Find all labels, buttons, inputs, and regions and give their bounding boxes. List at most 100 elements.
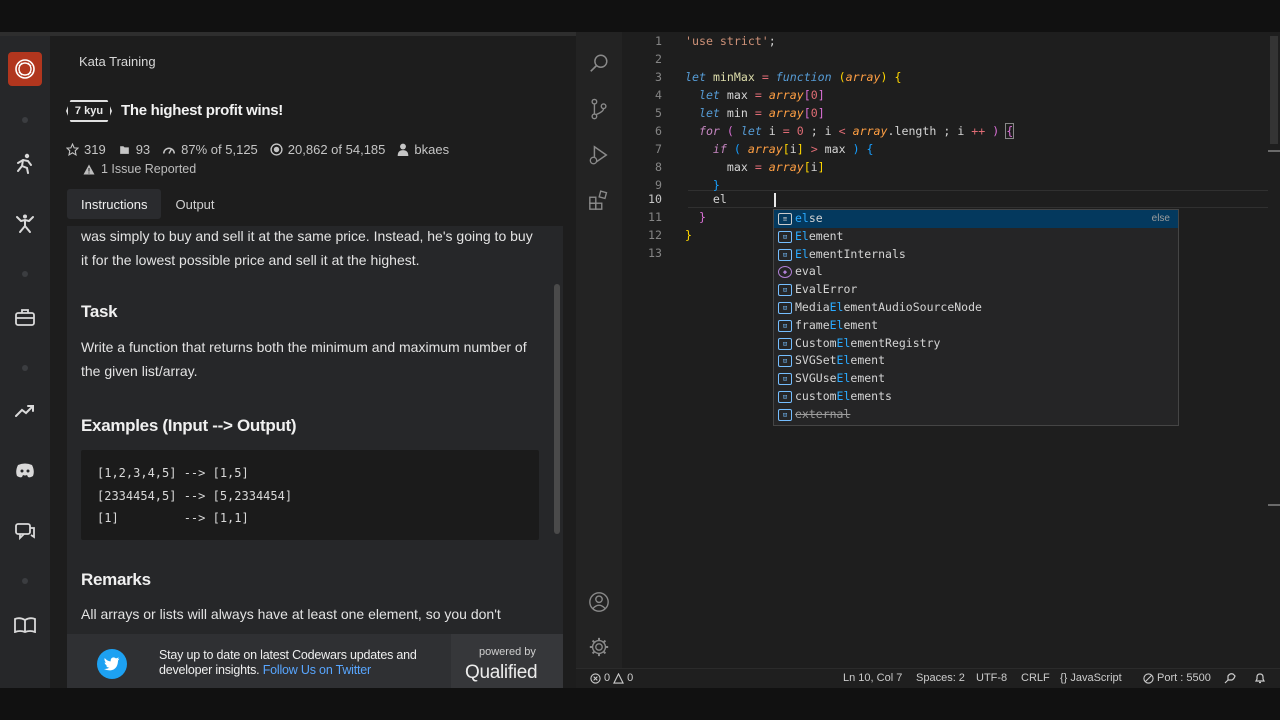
suggestion-item[interactable]: ⊡ customElements (774, 388, 1178, 406)
run-debug-icon[interactable] (587, 143, 611, 167)
qualified-branding[interactable]: powered by Qualified (451, 634, 563, 688)
line-number: 11 (648, 210, 662, 224)
suggestion-label: external (795, 406, 851, 421)
training-icon[interactable] (13, 151, 37, 175)
live-server-port[interactable]: Port : 5500 (1143, 672, 1211, 684)
variable-icon: ⊡ (778, 337, 792, 350)
feedback-icon[interactable] (1224, 672, 1236, 684)
kata-description[interactable]: was simply to buy and sell it at the sam… (67, 226, 563, 638)
codewars-sidebar (0, 36, 50, 688)
author-stat[interactable]: bkaes (397, 142, 449, 157)
extensions-icon[interactable] (587, 188, 611, 212)
code-line-1: 'use strict'; (685, 34, 776, 48)
suggestion-label: MediaElementAudioSourceNode (795, 300, 982, 314)
autocomplete-suggestions[interactable]: ≡ else else ⊡ Element ⊡ ElementInternals… (773, 209, 1179, 426)
description-intro: was simply to buy and sell it at the sam… (81, 228, 533, 268)
settings-gear-icon[interactable] (587, 635, 611, 659)
source-control-icon[interactable] (587, 97, 611, 121)
line-number: 3 (655, 70, 662, 84)
stars-stat[interactable]: 319 (66, 142, 106, 157)
rail-separator-dot (22, 117, 28, 123)
kata-stats: 319 93 87% of 5,125 20,862 of 54,185 bka… (66, 142, 449, 157)
collections-stat[interactable]: 93 (118, 142, 150, 157)
code-line-3: let minMax = function (array) { (685, 70, 902, 84)
banner-line-2: developer insights. (159, 663, 260, 677)
suggestion-item[interactable]: ⊡ Element (774, 228, 1178, 246)
twitter-banner-text: Stay up to date on latest Codewars updat… (159, 648, 417, 678)
suggestion-item[interactable]: ⊡ SVGUseElement (774, 370, 1178, 388)
qualified-logo: Qualified (465, 662, 538, 683)
suggestion-label: EvalError (795, 282, 858, 297)
author-name: bkaes (414, 142, 450, 157)
follow-twitter-link[interactable]: Follow Us on Twitter (263, 663, 372, 677)
code-editor[interactable]: 1 2 3 4 5 6 7 8 9 10 11 12 13 'use stric… (622, 32, 1280, 668)
notifications-bell-icon[interactable] (1254, 672, 1266, 684)
status-bar: 0 0 Ln 10, Col 7 Spaces: 2 UTF-8 CRLF {}… (576, 668, 1280, 688)
suggestion-detail: else (1151, 213, 1170, 224)
issues-link[interactable]: 1 Issue Reported (83, 162, 196, 176)
suggestion-item[interactable]: ⊡ CustomElementRegistry (774, 335, 1178, 353)
kata-tabs: Instructions Output (67, 189, 229, 219)
star-icon (66, 143, 79, 156)
line-ending[interactable]: CRLF (1021, 672, 1050, 684)
line-number: 1 (655, 34, 662, 48)
chat-icon[interactable] (13, 520, 37, 544)
banner-line-1: Stay up to date on latest Codewars updat… (159, 648, 417, 662)
trending-up-icon[interactable] (13, 399, 37, 423)
practice-icon[interactable] (13, 211, 37, 235)
suggestion-label: CustomElementRegistry (795, 335, 941, 350)
variable-icon: ⊡ (778, 302, 792, 314)
stars-count: 319 (84, 142, 106, 157)
examples-heading: Examples (Input --> Output) (81, 416, 297, 435)
indentation[interactable]: Spaces: 2 (916, 672, 965, 684)
variable-icon: ⊡ (778, 373, 792, 386)
user-icon (398, 143, 409, 156)
line-number: 13 (648, 246, 662, 260)
tab-output[interactable]: Output (161, 189, 228, 219)
discord-icon[interactable] (13, 459, 37, 483)
rail-separator-dot (22, 578, 28, 584)
suggestion-item[interactable]: ⊡ MediaElementAudioSourceNode (774, 299, 1178, 317)
rail-separator-dot (22, 271, 28, 277)
text-cursor (774, 193, 776, 207)
example-line: [2334454,5] --> [5,2334454] (97, 488, 293, 503)
completions-stat: 20,862 of 54,185 (270, 142, 385, 157)
editor-scrollbar[interactable] (1268, 32, 1280, 668)
suggestion-item[interactable]: ⊡ SVGSetElement (774, 352, 1178, 370)
breadcrumb[interactable]: Kata Training (79, 54, 156, 69)
activity-bar (576, 32, 622, 668)
code-line-4: let max = array[0] (698, 88, 825, 102)
twitter-icon[interactable] (97, 649, 127, 679)
suggestion-label: Element (795, 228, 844, 243)
scrollbar-thumb[interactable] (1270, 36, 1278, 144)
briefcase-icon[interactable] (13, 305, 37, 329)
suggestion-item[interactable]: ◆ eval (774, 263, 1178, 281)
language-mode[interactable]: {} JavaScript (1060, 672, 1122, 684)
variable-icon: ⊡ (778, 230, 792, 243)
tab-instructions[interactable]: Instructions (67, 189, 162, 219)
remarks-heading: Remarks (81, 570, 151, 589)
satisfaction-stat: 87% of 5,125 (162, 142, 258, 157)
target-icon (270, 143, 283, 156)
line-number: 2 (655, 52, 662, 66)
line-number: 6 (655, 124, 662, 138)
example-line: [1,2,3,4,5] --> [1,5] (97, 466, 249, 480)
encoding[interactable]: UTF-8 (976, 672, 1007, 684)
issues-count: 1 Issue Reported (101, 162, 197, 176)
search-icon[interactable] (587, 52, 611, 76)
docs-book-icon[interactable] (13, 613, 37, 637)
suggestion-item[interactable]: ⊡ EvalError (774, 281, 1178, 299)
suggestion-label: frameElement (795, 317, 879, 332)
cursor-position[interactable]: Ln 10, Col 7 (843, 672, 902, 684)
codewars-logo-icon[interactable] (8, 52, 42, 86)
suggestion-item[interactable]: ⊡ frameElement (774, 317, 1178, 335)
problems-indicator[interactable]: 0 0 (590, 672, 633, 684)
account-icon[interactable] (587, 590, 611, 614)
suggestion-item[interactable]: ⊡ ElementInternals (774, 246, 1178, 264)
suggestion-item-selected[interactable]: ≡ else else (774, 210, 1178, 228)
collection-icon (119, 146, 129, 154)
description-scrollbar[interactable] (554, 284, 560, 534)
suggestion-item-deprecated[interactable]: ⊡ external (774, 406, 1178, 424)
screen: Kata Training 7 kyu The highest profit w… (0, 0, 1280, 720)
line-number: 5 (655, 106, 662, 120)
